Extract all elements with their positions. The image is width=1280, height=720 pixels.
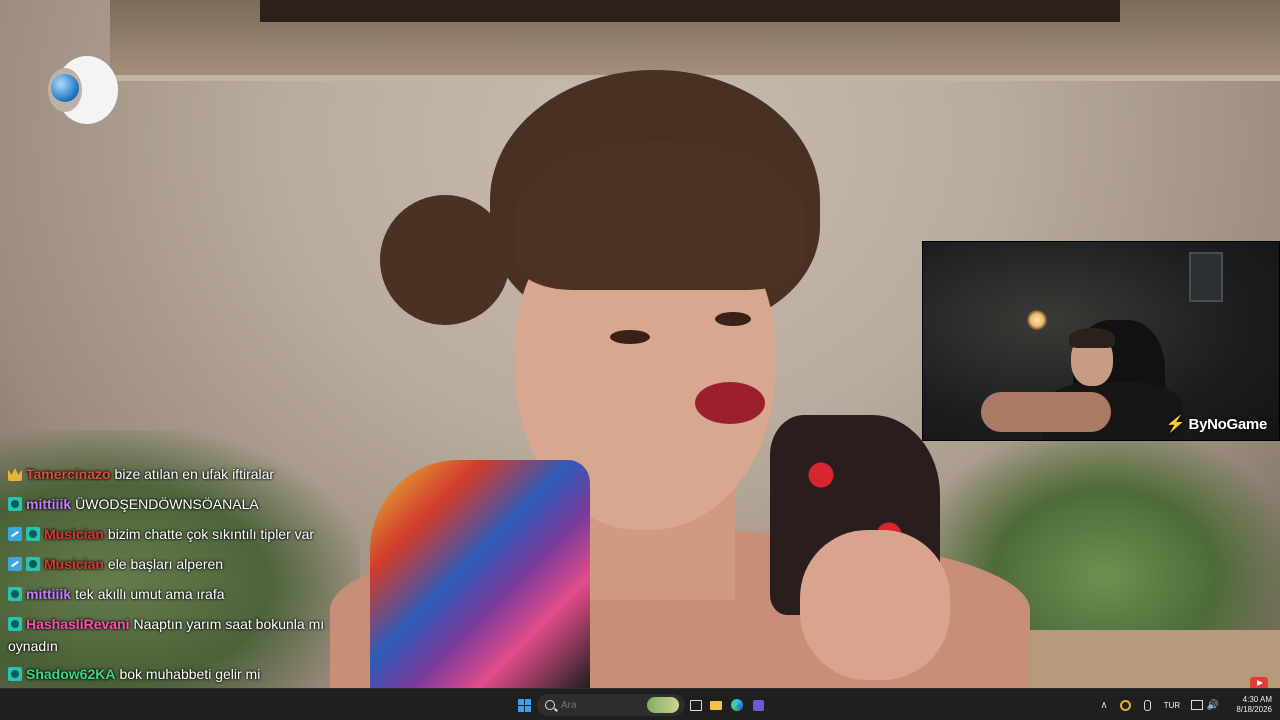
chat-username[interactable]: HashasliRevani (26, 616, 130, 632)
sub-badge-icon (8, 587, 22, 601)
chat-text: ÜWODŞENDÖWNSÖANALA (75, 496, 259, 512)
clock[interactable]: 4:30 AM 8/18/2026 (1226, 694, 1272, 716)
speaker-icon: 🔊 (1206, 699, 1220, 711)
mod-badge-icon (8, 527, 22, 541)
network-button[interactable] (1190, 694, 1204, 716)
chat-message: Shadow62KA bok muhabbeti gelir mi (8, 659, 348, 689)
streamer-webcam: ⚡ ByNoGame (922, 241, 1280, 441)
sub-badge-icon (8, 667, 22, 681)
chat-username[interactable]: Tamercinazo (26, 466, 111, 482)
chat-username[interactable]: mittiiik (26, 496, 71, 512)
microphone-button[interactable] (1140, 694, 1154, 716)
taskbar-search[interactable] (537, 694, 685, 716)
volume-button[interactable]: 🔊 (1206, 694, 1220, 716)
show-hidden-icons-button[interactable]: ∧ (1098, 694, 1110, 716)
lamp (1027, 310, 1047, 330)
chat-username[interactable]: mittiiik (26, 586, 71, 602)
edge-icon (731, 699, 743, 711)
chat-username[interactable]: Shadow62KA (26, 666, 115, 682)
planter (1020, 630, 1280, 688)
mod-badge-icon (8, 557, 22, 571)
task-view-button[interactable] (688, 694, 704, 716)
tray-app-button[interactable] (1118, 694, 1132, 716)
edge-browser-button[interactable] (729, 694, 745, 716)
window (1189, 252, 1223, 302)
folder-icon (710, 700, 722, 710)
task-view-icon (690, 699, 702, 711)
windows-taskbar: ∧ TUR 🔊 4:30 AM 8/18/2026 (0, 688, 1280, 720)
sub-badge-icon (8, 617, 22, 631)
file-explorer-button[interactable] (708, 694, 724, 716)
chat-message: Tamercinazo bize atılan en ufak iftiralar (8, 459, 348, 489)
sub-badge-icon (8, 497, 22, 511)
brand-text: ByNoGame (1188, 415, 1268, 433)
chat-message: mittiiik tek akıllı umut ama ırafa (8, 579, 348, 609)
chat-message: mittiiik ÜWODŞENDÖWNSÖANALA (8, 489, 348, 519)
chat-message: Musician bizim chatte çok sıkıntılı tiple… (8, 519, 348, 549)
chat-username[interactable]: Musician (44, 526, 104, 542)
channel-logo (48, 56, 118, 126)
app-icon (752, 699, 764, 711)
start-button[interactable] (515, 694, 533, 716)
clock-date: 8/18/2026 (1236, 705, 1272, 714)
chat-text: ele başları alperen (107, 556, 224, 572)
clock-time: 4:30 AM (1242, 695, 1272, 704)
search-highlight-icon[interactable] (647, 697, 679, 713)
app-button[interactable] (750, 694, 766, 716)
youtube-icon (1250, 677, 1268, 688)
chat-message: Musician ele başları alperen (8, 549, 348, 579)
language-label: TUR (1163, 700, 1181, 710)
sub-badge-icon (26, 557, 40, 571)
streamer-brand-logo: ⚡ ByNoGame (1166, 414, 1267, 434)
windows-logo-icon (517, 698, 531, 712)
bolt-icon: ⚡ (1165, 416, 1186, 433)
language-indicator[interactable]: TUR (1160, 694, 1184, 716)
sub-badge-icon (26, 527, 40, 541)
sync-icon (1119, 699, 1131, 711)
chat-message: HashasliRevani Naaptın yarım saat bokunla… (8, 609, 348, 657)
chat-text: bize atılan en ufak iftiralar (114, 466, 275, 482)
search-icon (545, 700, 555, 710)
chevron-up-icon: ∧ (1100, 699, 1108, 711)
chat-text: bizim chatte çok sıkıntılı tipler var (107, 526, 315, 542)
network-icon (1191, 700, 1203, 710)
microphone-icon (1143, 699, 1151, 711)
chat-text: tek akıllı umut ama ırafa (75, 586, 225, 602)
search-input[interactable] (561, 699, 641, 711)
chat-text: bok muhabbeti gelir mi (119, 666, 261, 682)
chat-username[interactable]: Musician (44, 556, 104, 572)
crown-icon (8, 468, 22, 481)
